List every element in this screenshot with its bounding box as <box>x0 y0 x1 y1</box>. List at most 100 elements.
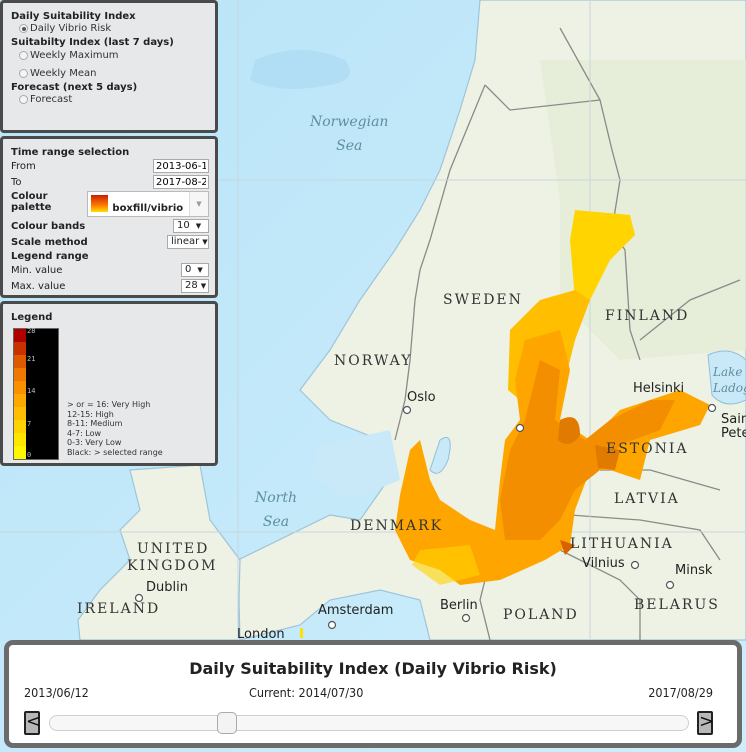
legend-colorbar: 28 21 14 7 0 <box>13 327 59 460</box>
from-date-input[interactable] <box>153 159 209 173</box>
previous-date-button[interactable]: < <box>24 711 41 735</box>
legend-tick: 7 <box>27 420 32 428</box>
max-select[interactable]: 28 ▼ <box>181 279 209 293</box>
country-label-sweden: SWEDEN <box>443 292 523 308</box>
next-date-button[interactable]: > <box>697 711 714 735</box>
min-label: Min. value <box>11 264 63 276</box>
date-slider-track[interactable] <box>49 712 689 734</box>
legend-tick: 28 <box>27 327 36 335</box>
city-label-dublin: Dublin <box>146 580 188 595</box>
country-label-ireland: IRELAND <box>77 601 161 617</box>
chevron-down-icon[interactable]: ▼ <box>189 192 208 216</box>
legend-color-band <box>14 368 26 381</box>
to-date-input[interactable] <box>153 175 209 189</box>
time-slider-panel: Daily Suitability Index (Daily Vibrio Ri… <box>4 640 742 748</box>
country-label-denmark: DENMARK <box>350 518 444 534</box>
sea-label-norwegian: Norwegian Sea <box>310 114 389 154</box>
chevron-down-icon: ▼ <box>197 266 203 274</box>
legend-tick: 21 <box>27 355 36 363</box>
section-title-daily: Daily Suitability Index <box>11 11 136 22</box>
settings-panel: Time range selection From To Colour pale… <box>0 136 218 298</box>
legend-color-band <box>14 342 26 355</box>
legend-description: > or = 16: Very High 12-15: High 8-11: M… <box>67 400 163 457</box>
legend-color-band <box>14 394 26 407</box>
bands-label: Colour bands <box>11 220 86 232</box>
end-date-label: 2017/08/29 <box>648 685 713 700</box>
legend-color-column <box>14 329 26 459</box>
palette-label: Colour palette <box>11 191 52 213</box>
city-label-saint: Saint <box>721 412 746 427</box>
legend-line: 8-11: Medium <box>67 419 123 428</box>
country-label-latvia: LATVIA <box>614 491 680 507</box>
city-label-vilnius: Vilnius <box>582 556 625 571</box>
city-label-petersburg: Pete <box>721 426 746 441</box>
bands-select[interactable]: 10 ▼ <box>173 219 209 233</box>
section-title-forecast: Forecast (next 5 days) <box>11 82 138 93</box>
scale-select[interactable]: linear ▼ <box>167 235 209 249</box>
current-date-label: Current: 2014/07/30 <box>249 685 364 700</box>
radio-selected-icon[interactable] <box>19 24 28 33</box>
time-range-title: Time range selection <box>11 147 130 158</box>
radio-label: Daily Vibrio Risk <box>30 23 112 34</box>
legend-line: Black: > selected range <box>67 447 163 457</box>
layer-selection-panel: Daily Suitability Index Daily Vibrio Ris… <box>0 0 218 133</box>
radio-label: Weekly Mean <box>30 68 97 79</box>
legend-color-band <box>14 381 26 394</box>
legend-tick: 14 <box>27 387 36 395</box>
scale-value: linear <box>171 236 200 247</box>
radio-weekly-maximum[interactable]: Weekly Maximum <box>11 50 207 61</box>
bands-value: 10 <box>177 220 190 231</box>
max-value: 28 <box>185 280 198 291</box>
radio-daily-vibrio-risk[interactable]: Daily Vibrio Risk <box>11 23 207 34</box>
legend-range-title: Legend range <box>11 251 89 262</box>
legend-line: 4-7: Low <box>67 428 102 438</box>
min-select[interactable]: 0 ▼ <box>181 263 209 277</box>
sea-label-north: North Sea <box>255 490 298 530</box>
palette-select[interactable]: boxfill/vibrio ▼ <box>87 191 209 217</box>
legend-color-band <box>14 446 26 459</box>
date-slider-thumb[interactable] <box>216 712 237 734</box>
country-label-kingdom: KINGDOM <box>127 558 218 574</box>
legend-color-band <box>14 420 26 433</box>
radio-forecast[interactable]: Forecast <box>11 94 207 105</box>
palette-swatch <box>91 195 109 212</box>
scale-label: Scale method <box>11 236 88 248</box>
city-label-oslo: Oslo <box>407 390 436 405</box>
legend-line: 0-3: Very Low <box>67 438 122 447</box>
legend-title: Legend <box>11 312 53 323</box>
lake-label-ladoga: LakeLadoga <box>713 365 746 395</box>
country-label-belarus: BELARUS <box>634 597 720 613</box>
to-label: To <box>11 176 22 188</box>
radio-weekly-mean[interactable]: Weekly Mean <box>11 68 207 79</box>
section-title-weekly: Suitabilty Index (last 7 days) <box>11 37 174 48</box>
start-date-label: 2013/06/12 <box>24 685 89 700</box>
radio-unselected-icon[interactable] <box>19 51 28 60</box>
radio-unselected-icon[interactable] <box>19 95 28 104</box>
country-label-norway: NORWAY <box>334 353 413 369</box>
max-label: Max. value <box>11 280 66 292</box>
legend-panel: Legend 28 21 14 7 0 > or = 16: Very High… <box>0 301 218 466</box>
radio-unselected-icon[interactable] <box>19 69 28 78</box>
palette-value: boxfill/vibrio <box>112 203 184 214</box>
legend-line: 12-15: High <box>67 409 114 419</box>
legend-tick: 0 <box>27 451 32 459</box>
legend-color-band <box>14 433 26 446</box>
from-label: From <box>11 160 36 172</box>
legend-color-band <box>14 407 26 420</box>
city-label-minsk: Minsk <box>675 563 713 578</box>
chevron-down-icon: ▼ <box>195 222 202 230</box>
country-label-finland: FINLAND <box>605 308 690 324</box>
min-value: 0 <box>185 264 192 275</box>
timebar-title: Daily Suitability Index (Daily Vibrio Ri… <box>189 659 557 678</box>
legend-line: > or = 16: Very High <box>67 400 151 409</box>
legend-color-band <box>14 329 26 342</box>
legend-color-band <box>14 355 26 368</box>
radio-label: Forecast <box>30 94 73 105</box>
chevron-down-icon: ▼ <box>200 282 207 290</box>
country-label-estonia: ESTONIA <box>606 441 689 457</box>
city-label-berlin: Berlin <box>440 598 478 613</box>
chevron-down-icon: ▼ <box>202 238 208 246</box>
country-label-poland: POLAND <box>503 607 579 623</box>
city-label-amsterdam: Amsterdam <box>318 603 394 618</box>
radio-label: Weekly Maximum <box>30 50 119 61</box>
